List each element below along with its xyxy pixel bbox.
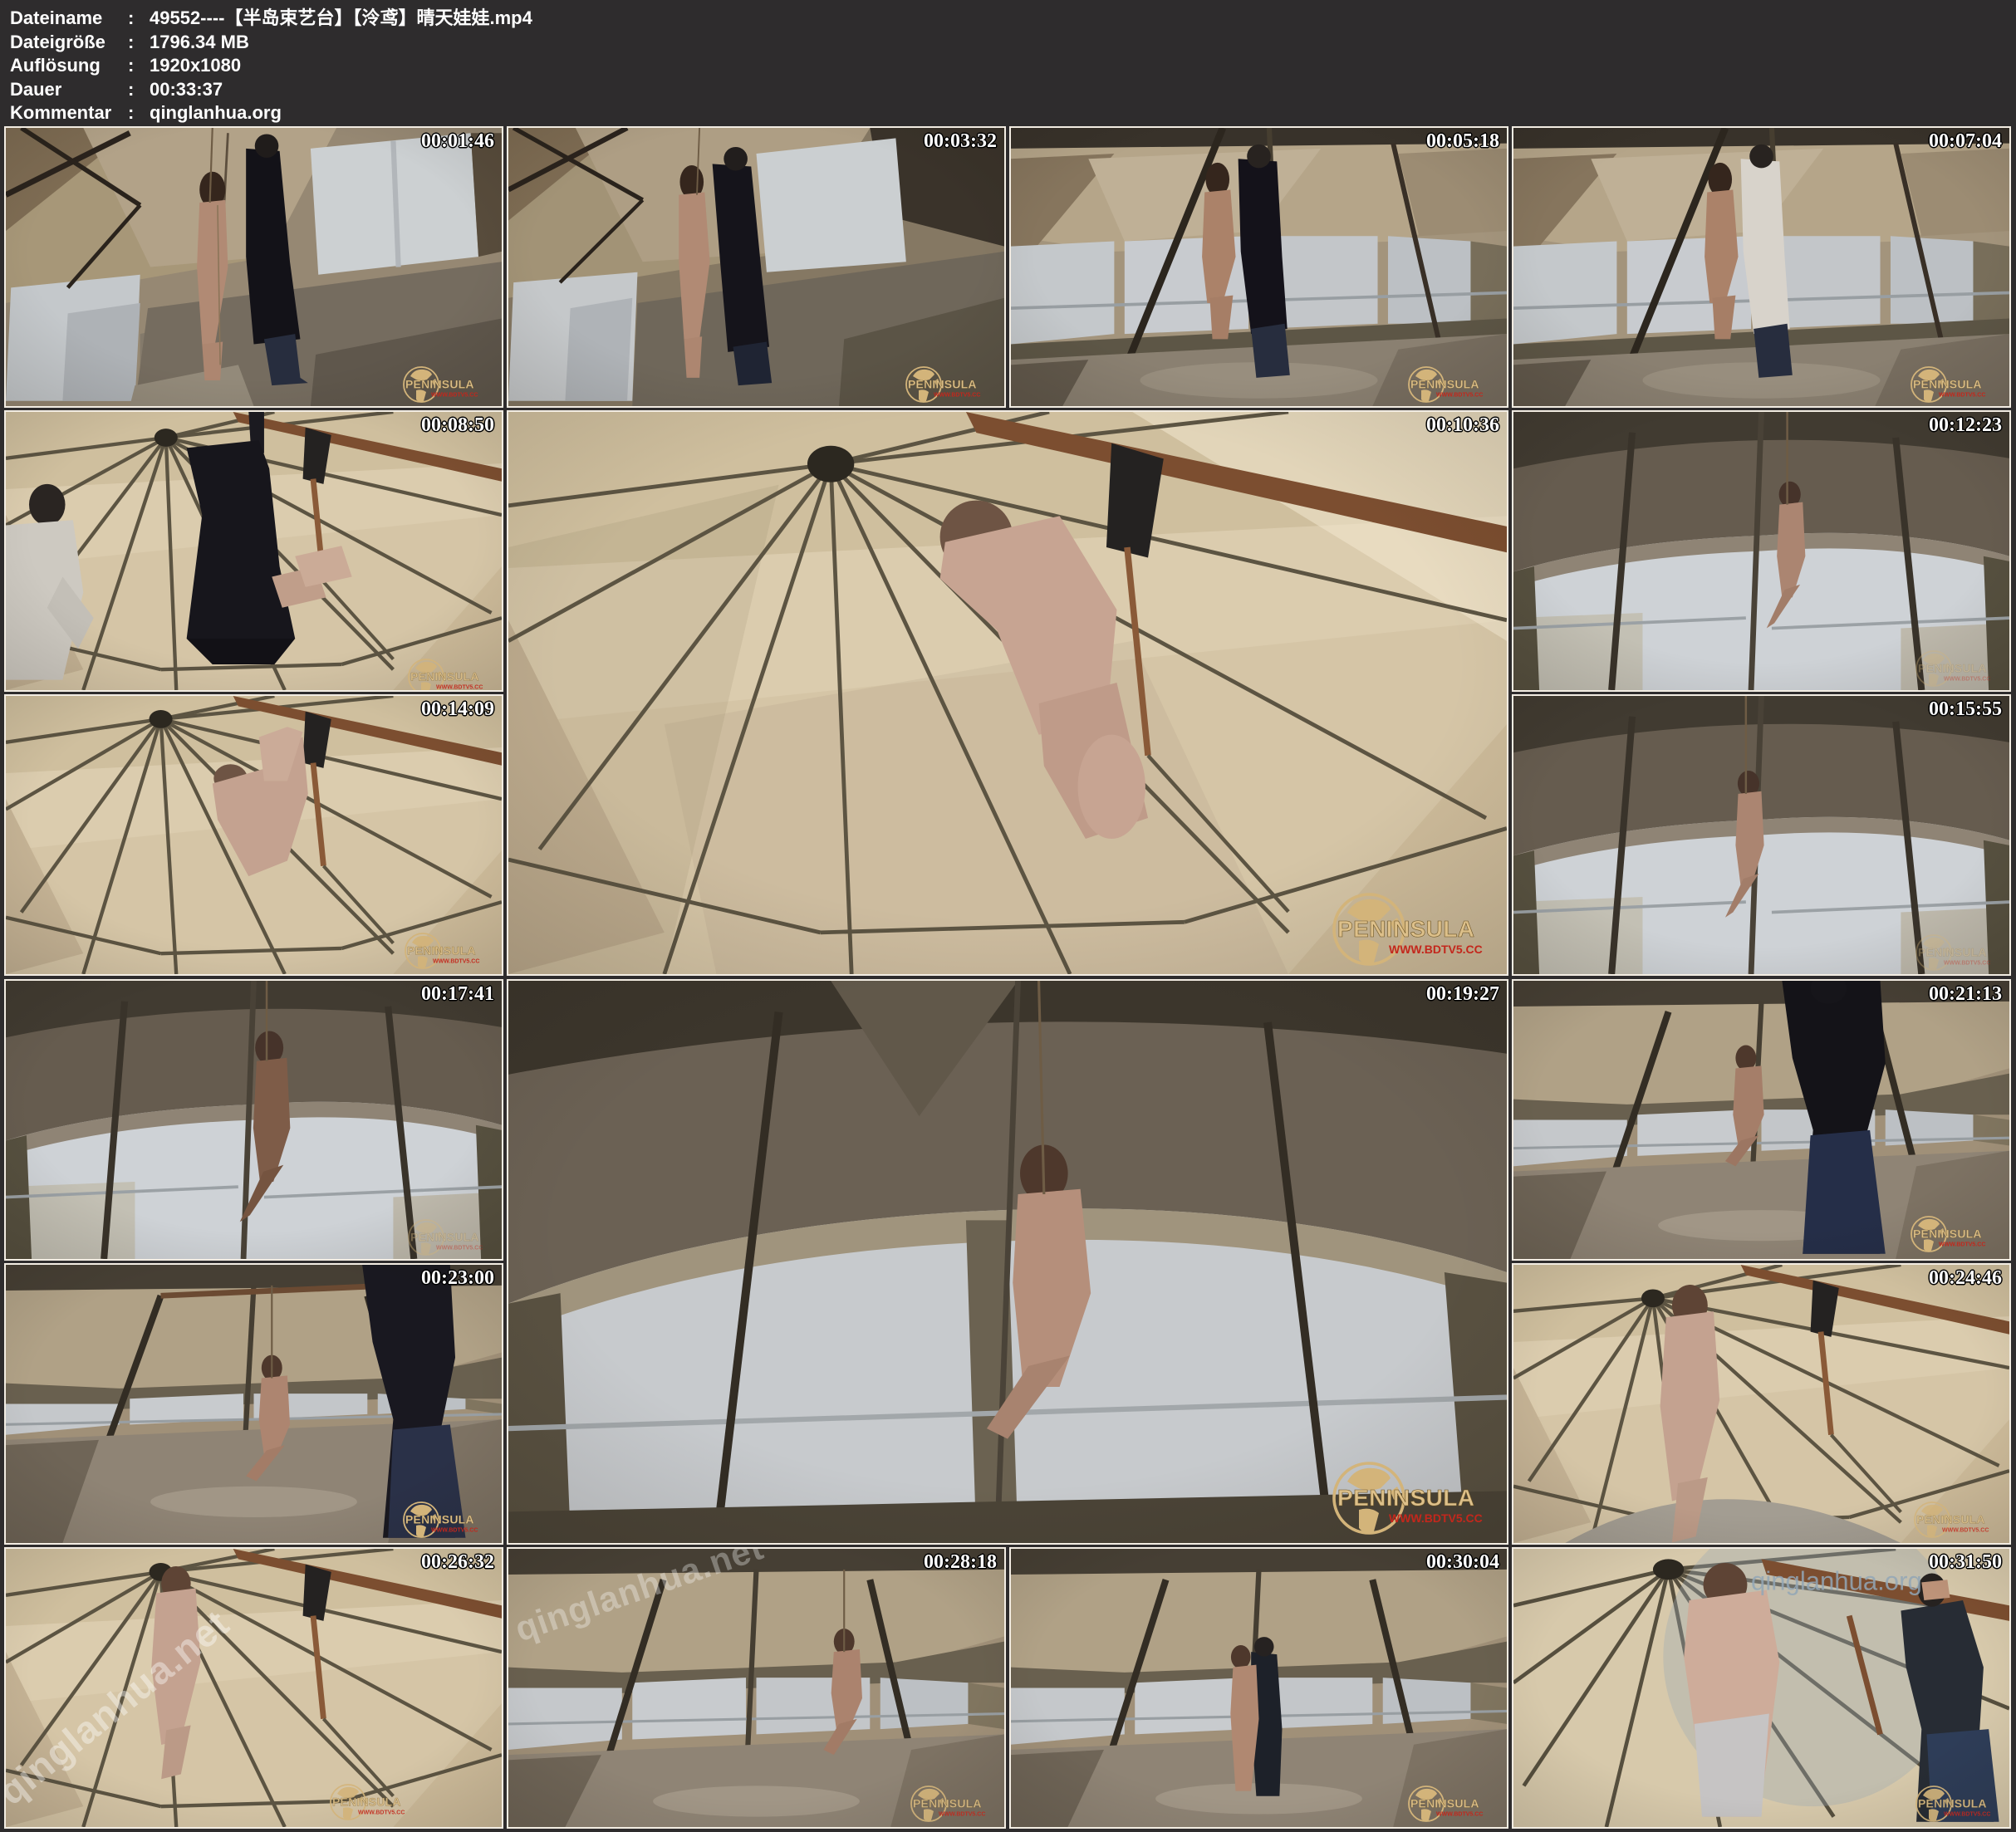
svg-text:PENINSULA: PENINSULA	[908, 378, 977, 391]
svg-text:PENINSULA: PENINSULA	[410, 1231, 479, 1244]
svg-text:PENINSULA: PENINSULA	[1337, 916, 1474, 942]
svg-text:PENINSULA: PENINSULA	[1918, 946, 1987, 959]
svg-text:WWW.BDTV5.CC: WWW.BDTV5.CC	[1939, 1242, 1985, 1248]
svg-text:PENINSULA: PENINSULA	[1918, 662, 1987, 675]
svg-text:PENINSULA: PENINSULA	[410, 670, 479, 683]
svg-text:WWW.BDTV5.CC: WWW.BDTV5.CC	[1389, 943, 1483, 956]
svg-text:WWW.BDTV5.CC: WWW.BDTV5.CC	[1942, 1528, 1989, 1534]
svg-text:PENINSULA: PENINSULA	[1916, 1513, 1985, 1526]
svg-text:PENINSULA: PENINSULA	[1410, 378, 1479, 391]
svg-text:WWW.BDTV5.CC: WWW.BDTV5.CC	[1944, 961, 1990, 967]
svg-text:PENINSULA: PENINSULA	[405, 1513, 474, 1526]
svg-text:WWW.BDTV5.CC: WWW.BDTV5.CC	[1436, 393, 1483, 399]
svg-text:WWW.BDTV5.CC: WWW.BDTV5.CC	[1944, 1812, 1990, 1818]
svg-text:PENINSULA: PENINSULA	[1918, 1797, 1987, 1810]
svg-text:PENINSULA: PENINSULA	[407, 944, 476, 958]
svg-text:WWW.BDTV5.CC: WWW.BDTV5.CC	[436, 685, 483, 691]
svg-text:PENINSULA: PENINSULA	[1913, 1227, 1982, 1241]
svg-text:PENINSULA: PENINSULA	[405, 378, 474, 391]
svg-text:WWW.BDTV5.CC: WWW.BDTV5.CC	[431, 393, 478, 399]
svg-text:WWW.BDTV5.CC: WWW.BDTV5.CC	[1436, 1812, 1483, 1818]
svg-text:PENINSULA: PENINSULA	[1410, 1797, 1479, 1810]
svg-text:PENINSULA: PENINSULA	[913, 1797, 982, 1810]
svg-text:WWW.BDTV5.CC: WWW.BDTV5.CC	[431, 1528, 478, 1534]
svg-text:WWW.BDTV5.CC: WWW.BDTV5.CC	[939, 1812, 985, 1818]
svg-text:WWW.BDTV5.CC: WWW.BDTV5.CC	[436, 1246, 483, 1252]
svg-text:WWW.BDTV5.CC: WWW.BDTV5.CC	[1944, 677, 1990, 683]
svg-text:WWW.BDTV5.CC: WWW.BDTV5.CC	[934, 393, 980, 399]
svg-text:WWW.BDTV5.CC: WWW.BDTV5.CC	[1389, 1511, 1483, 1525]
svg-text:PENINSULA: PENINSULA	[1913, 378, 1982, 391]
svg-text:PENINSULA: PENINSULA	[1337, 1485, 1474, 1511]
svg-text:PENINSULA: PENINSULA	[332, 1795, 401, 1809]
svg-text:WWW.BDTV5.CC: WWW.BDTV5.CC	[1939, 393, 1985, 399]
svg-text:WWW.BDTV5.CC: WWW.BDTV5.CC	[358, 1810, 405, 1816]
svg-text:WWW.BDTV5.CC: WWW.BDTV5.CC	[433, 959, 479, 965]
